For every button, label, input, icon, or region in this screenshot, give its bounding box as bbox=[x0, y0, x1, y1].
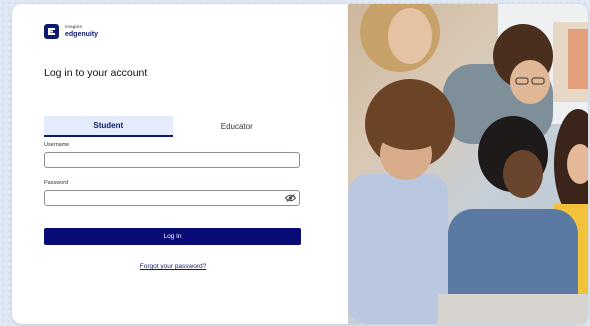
eye-slash-icon[interactable] bbox=[285, 193, 296, 202]
username-input[interactable] bbox=[44, 152, 300, 168]
edgenuity-e-logo-icon bbox=[44, 24, 59, 39]
brand-logo: imagine edgenuity bbox=[44, 24, 98, 39]
login-panel: imagine edgenuity Log in to your account… bbox=[12, 4, 348, 324]
login-button[interactable]: Log In bbox=[44, 228, 301, 245]
username-label: Username bbox=[44, 142, 70, 148]
password-input[interactable] bbox=[44, 190, 300, 206]
brand-line-2: edgenuity bbox=[65, 30, 99, 38]
password-label: Password bbox=[44, 180, 69, 186]
students-photo bbox=[348, 4, 588, 324]
page-title: Log in to your account bbox=[44, 67, 148, 79]
login-card: imagine edgenuity Log in to your account… bbox=[12, 4, 588, 324]
tab-student[interactable]: Student bbox=[44, 116, 173, 137]
role-tabs: Student Educator bbox=[44, 116, 301, 137]
tab-educator[interactable]: Educator bbox=[173, 116, 302, 137]
brand-line-1: imagine bbox=[65, 24, 83, 30]
forgot-password-link[interactable]: Forgot your password? bbox=[12, 263, 334, 270]
